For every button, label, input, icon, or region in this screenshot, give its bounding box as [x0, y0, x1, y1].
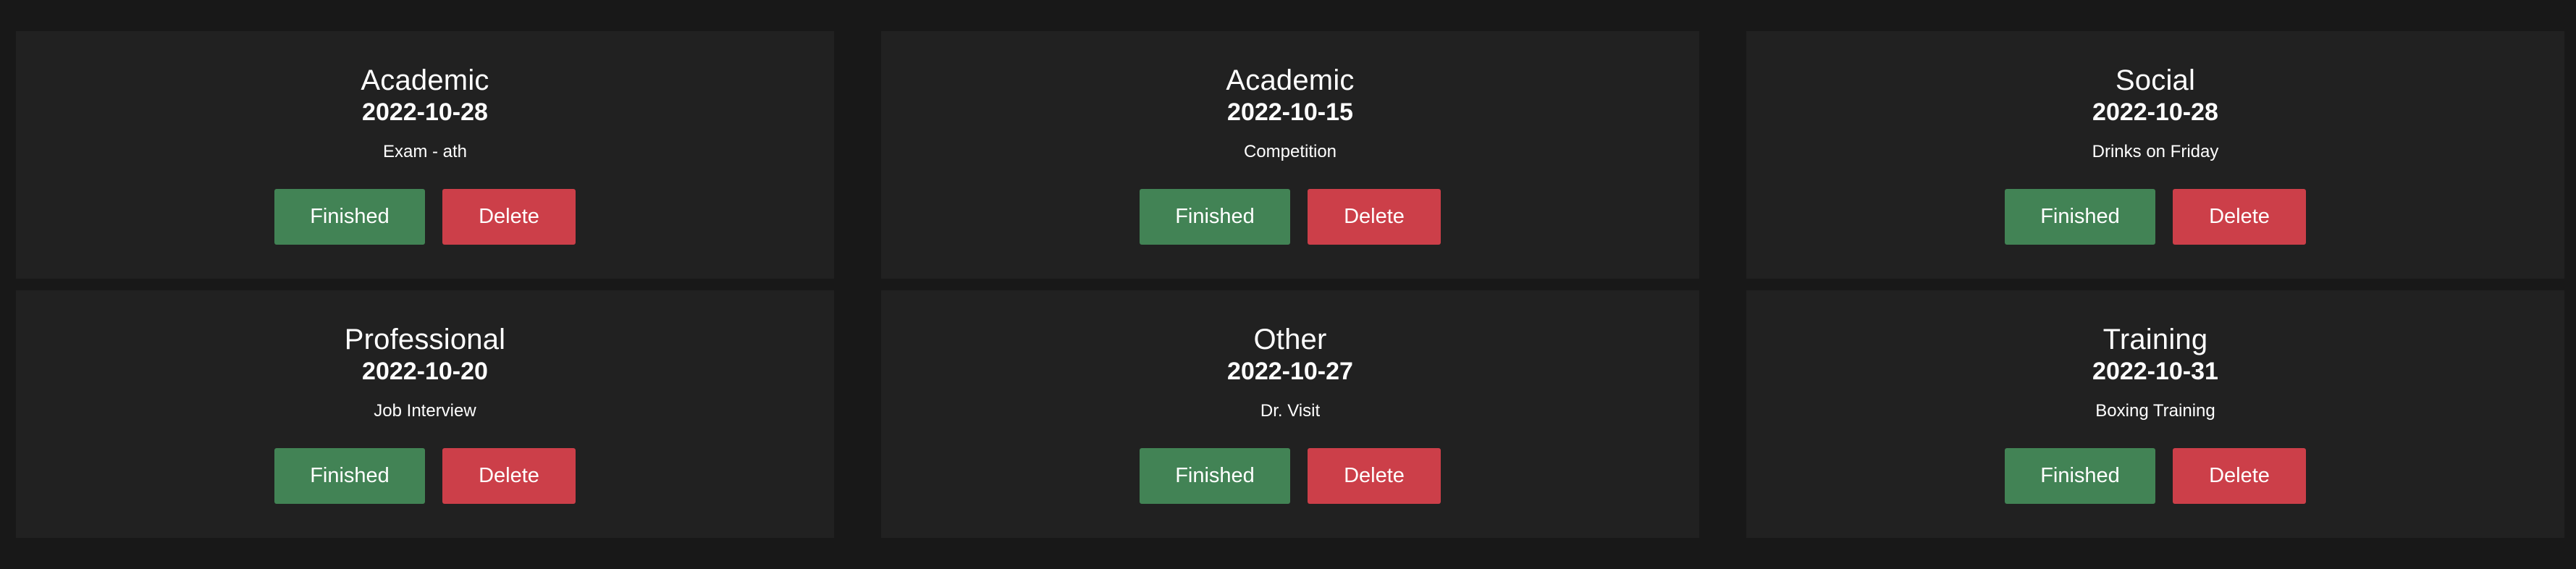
- delete-button[interactable]: Delete: [2173, 189, 2306, 245]
- event-date: 2022-10-28: [362, 98, 488, 126]
- event-card: Social 2022-10-28 Drinks on Friday Finis…: [1746, 31, 2564, 279]
- event-category: Other: [1253, 324, 1327, 355]
- event-actions: Finished Delete: [881, 448, 1699, 504]
- event-date: 2022-10-28: [2092, 98, 2218, 126]
- delete-button[interactable]: Delete: [1308, 189, 1441, 245]
- event-date: 2022-10-15: [1227, 98, 1353, 126]
- delete-button[interactable]: Delete: [442, 189, 576, 245]
- finished-button[interactable]: Finished: [1140, 448, 1290, 504]
- event-actions: Finished Delete: [16, 189, 834, 245]
- event-card: Training 2022-10-31 Boxing Training Fini…: [1746, 290, 2564, 538]
- event-card: Academic 2022-10-28 Exam - ath Finished …: [16, 31, 834, 279]
- delete-button[interactable]: Delete: [442, 448, 576, 504]
- delete-button[interactable]: Delete: [2173, 448, 2306, 504]
- event-actions: Finished Delete: [1746, 448, 2564, 504]
- finished-button[interactable]: Finished: [274, 189, 425, 245]
- event-category: Social: [2115, 64, 2196, 96]
- event-description: Exam - ath: [382, 142, 468, 161]
- finished-button[interactable]: Finished: [2005, 189, 2155, 245]
- event-category: Professional: [344, 324, 506, 355]
- event-card: Other 2022-10-27 Dr. Visit Finished Dele…: [881, 290, 1699, 538]
- event-actions: Finished Delete: [16, 448, 834, 504]
- event-description: Drinks on Friday: [2092, 142, 2219, 161]
- finished-button[interactable]: Finished: [1140, 189, 1290, 245]
- event-category: Training: [2103, 324, 2208, 355]
- event-card-grid: Academic 2022-10-28 Exam - ath Finished …: [0, 0, 2576, 569]
- event-description: Job Interview: [374, 401, 476, 421]
- event-actions: Finished Delete: [881, 189, 1699, 245]
- event-description: Boxing Training: [2095, 401, 2215, 421]
- event-category: Academic: [1226, 64, 1355, 96]
- event-category: Academic: [361, 64, 489, 96]
- event-card: Academic 2022-10-15 Competition Finished…: [881, 31, 1699, 279]
- event-date: 2022-10-31: [2092, 358, 2218, 385]
- event-date: 2022-10-27: [1227, 358, 1353, 385]
- event-card: Professional 2022-10-20 Job Interview Fi…: [16, 290, 834, 538]
- event-description: Competition: [1243, 142, 1337, 161]
- event-actions: Finished Delete: [1746, 189, 2564, 245]
- finished-button[interactable]: Finished: [274, 448, 425, 504]
- event-description: Dr. Visit: [1260, 401, 1321, 421]
- delete-button[interactable]: Delete: [1308, 448, 1441, 504]
- event-date: 2022-10-20: [362, 358, 488, 385]
- finished-button[interactable]: Finished: [2005, 448, 2155, 504]
